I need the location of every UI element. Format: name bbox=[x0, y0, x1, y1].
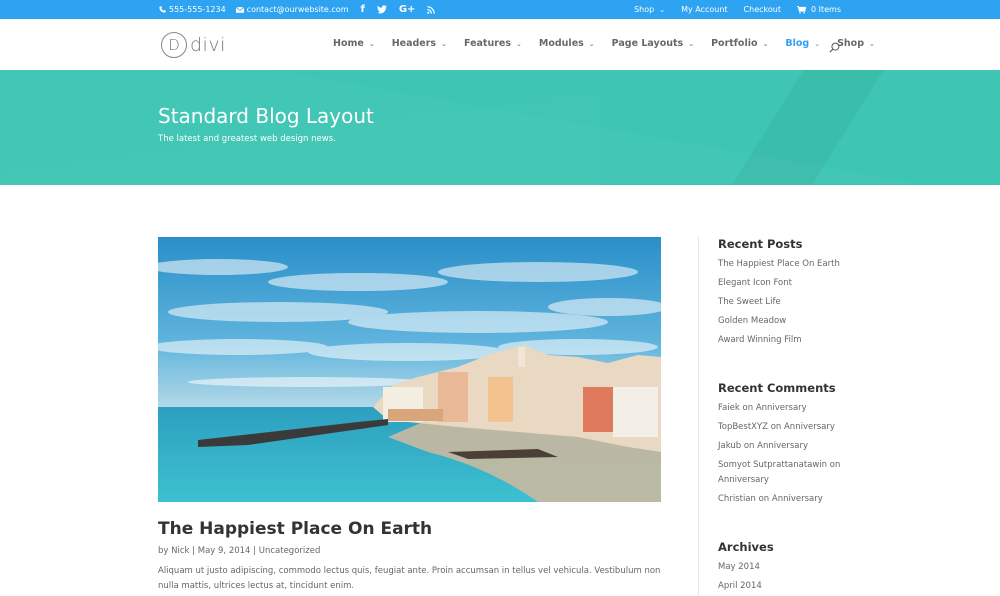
page-hero: Standard Blog Layout The latest and grea… bbox=[0, 70, 1000, 185]
recent-post-link[interactable]: The Happiest Place On Earth bbox=[718, 257, 858, 272]
post-category-link[interactable]: Uncategorized bbox=[259, 546, 321, 556]
sidebar-divider bbox=[698, 237, 699, 596]
recent-post-link[interactable]: Award Winning Film bbox=[718, 333, 858, 348]
search-button[interactable] bbox=[829, 38, 840, 57]
email-address: contact@ourwebsite.com bbox=[246, 5, 349, 14]
post-featured-image[interactable] bbox=[158, 237, 661, 502]
widget-title: Recent Posts bbox=[718, 237, 803, 251]
nav-item-shop[interactable]: Shop ⌄ bbox=[837, 38, 875, 49]
phone-number: 555-555-1234 bbox=[169, 5, 226, 14]
nav-item-headers[interactable]: Headers ⌄ bbox=[392, 38, 447, 49]
google-plus-icon[interactable]: G+ bbox=[399, 4, 416, 15]
chevron-down-icon: ⌄ bbox=[659, 5, 666, 14]
phone-contact: 555-555-1234 bbox=[159, 5, 226, 14]
recent-comment-link[interactable]: Faiek on Anniversary bbox=[718, 401, 858, 416]
post-excerpt: Aliquam ut justo adipiscing, commodo lec… bbox=[158, 566, 661, 591]
nav-item-page-layouts[interactable]: Page Layouts ⌄ bbox=[612, 38, 694, 49]
nav-item-portfolio[interactable]: Portfolio ⌄ bbox=[711, 38, 768, 49]
widget-title: Recent Comments bbox=[718, 381, 836, 395]
topbar-shop-link[interactable]: Shop ⌄ bbox=[634, 5, 665, 14]
archives-widget: Archives May 2014 April 2014 bbox=[718, 540, 858, 596]
nav-item-modules[interactable]: Modules ⌄ bbox=[539, 38, 595, 49]
checkout-link[interactable]: Checkout bbox=[744, 5, 781, 14]
my-account-link[interactable]: My Account bbox=[681, 5, 727, 14]
recent-comment-link[interactable]: TopBestXYZ on Anniversary bbox=[718, 420, 858, 435]
widget-title: Archives bbox=[718, 540, 774, 554]
chevron-down-icon: ⌄ bbox=[516, 39, 522, 48]
chevron-down-icon: ⌄ bbox=[368, 39, 375, 48]
nav-item-home[interactable]: Home ⌄ bbox=[333, 38, 375, 49]
recent-post-link[interactable]: The Sweet Life bbox=[718, 295, 858, 310]
chevron-down-icon: ⌄ bbox=[814, 39, 821, 48]
page-subtitle: The latest and greatest web design news. bbox=[158, 134, 336, 144]
site-logo[interactable]: D divi bbox=[161, 32, 226, 58]
chevron-down-icon: ⌄ bbox=[762, 39, 769, 48]
post-title-link[interactable]: The Happiest Place On Earth bbox=[158, 519, 432, 539]
recent-comment-link[interactable]: Somyot Sutprattanatawin on Anniversary bbox=[718, 458, 858, 487]
search-icon bbox=[829, 42, 840, 53]
chevron-down-icon: ⌄ bbox=[441, 39, 447, 48]
nav-item-features[interactable]: Features ⌄ bbox=[464, 38, 522, 49]
top-bar: 555-555-1234 contact@ourwebsite.com f G+… bbox=[0, 0, 1000, 19]
coastal-town-image bbox=[158, 237, 661, 502]
logo-text: divi bbox=[190, 34, 226, 56]
email-contact[interactable]: contact@ourwebsite.com bbox=[235, 5, 349, 14]
recent-posts-widget: Recent Posts The Happiest Place On Earth… bbox=[718, 237, 858, 352]
archive-link[interactable]: April 2014 bbox=[718, 579, 858, 594]
post-author-link[interactable]: Nick bbox=[171, 546, 189, 556]
facebook-icon[interactable]: f bbox=[360, 4, 364, 15]
logo-mark: D bbox=[161, 32, 187, 58]
chevron-down-icon: ⌄ bbox=[688, 39, 695, 48]
recent-comment-link[interactable]: Jakub on Anniversary bbox=[718, 439, 858, 454]
cart-link[interactable]: 0 Items bbox=[796, 5, 841, 14]
post-date: May 9, 2014 bbox=[197, 546, 251, 556]
twitter-icon[interactable] bbox=[376, 5, 387, 14]
main-nav: Home ⌄ Headers ⌄ Features ⌄ Modules ⌄ Page L… bbox=[333, 38, 892, 49]
topbar-shop-label: Shop bbox=[634, 5, 655, 14]
recent-post-link[interactable]: Golden Meadow bbox=[718, 314, 858, 329]
meta-prefix: by bbox=[158, 546, 169, 556]
cart-count: 0 Items bbox=[810, 5, 841, 14]
main-header: D divi Home ⌄ Headers ⌄ Features ⌄ Modules ⌄… bbox=[0, 19, 1000, 70]
recent-comment-link[interactable]: Christian on Anniversary bbox=[718, 492, 858, 507]
chevron-down-icon: ⌄ bbox=[588, 39, 595, 48]
recent-comments-widget: Recent Comments Faiek on Anniversary Top… bbox=[718, 381, 858, 511]
rss-icon[interactable] bbox=[427, 5, 436, 14]
archive-link[interactable]: May 2014 bbox=[718, 560, 858, 575]
nav-item-blog[interactable]: Blog ⌄ bbox=[785, 38, 820, 49]
envelope-icon bbox=[235, 6, 244, 13]
cart-icon bbox=[796, 5, 806, 14]
post-meta: by Nick | May 9, 2014 | Uncategorized bbox=[158, 546, 320, 556]
recent-post-link[interactable]: Elegant Icon Font bbox=[718, 276, 858, 291]
phone-icon bbox=[159, 6, 166, 13]
meta-separator: | bbox=[253, 546, 257, 556]
meta-separator: | bbox=[192, 546, 196, 556]
page-title: Standard Blog Layout bbox=[158, 104, 374, 128]
chevron-down-icon: ⌄ bbox=[869, 39, 875, 48]
